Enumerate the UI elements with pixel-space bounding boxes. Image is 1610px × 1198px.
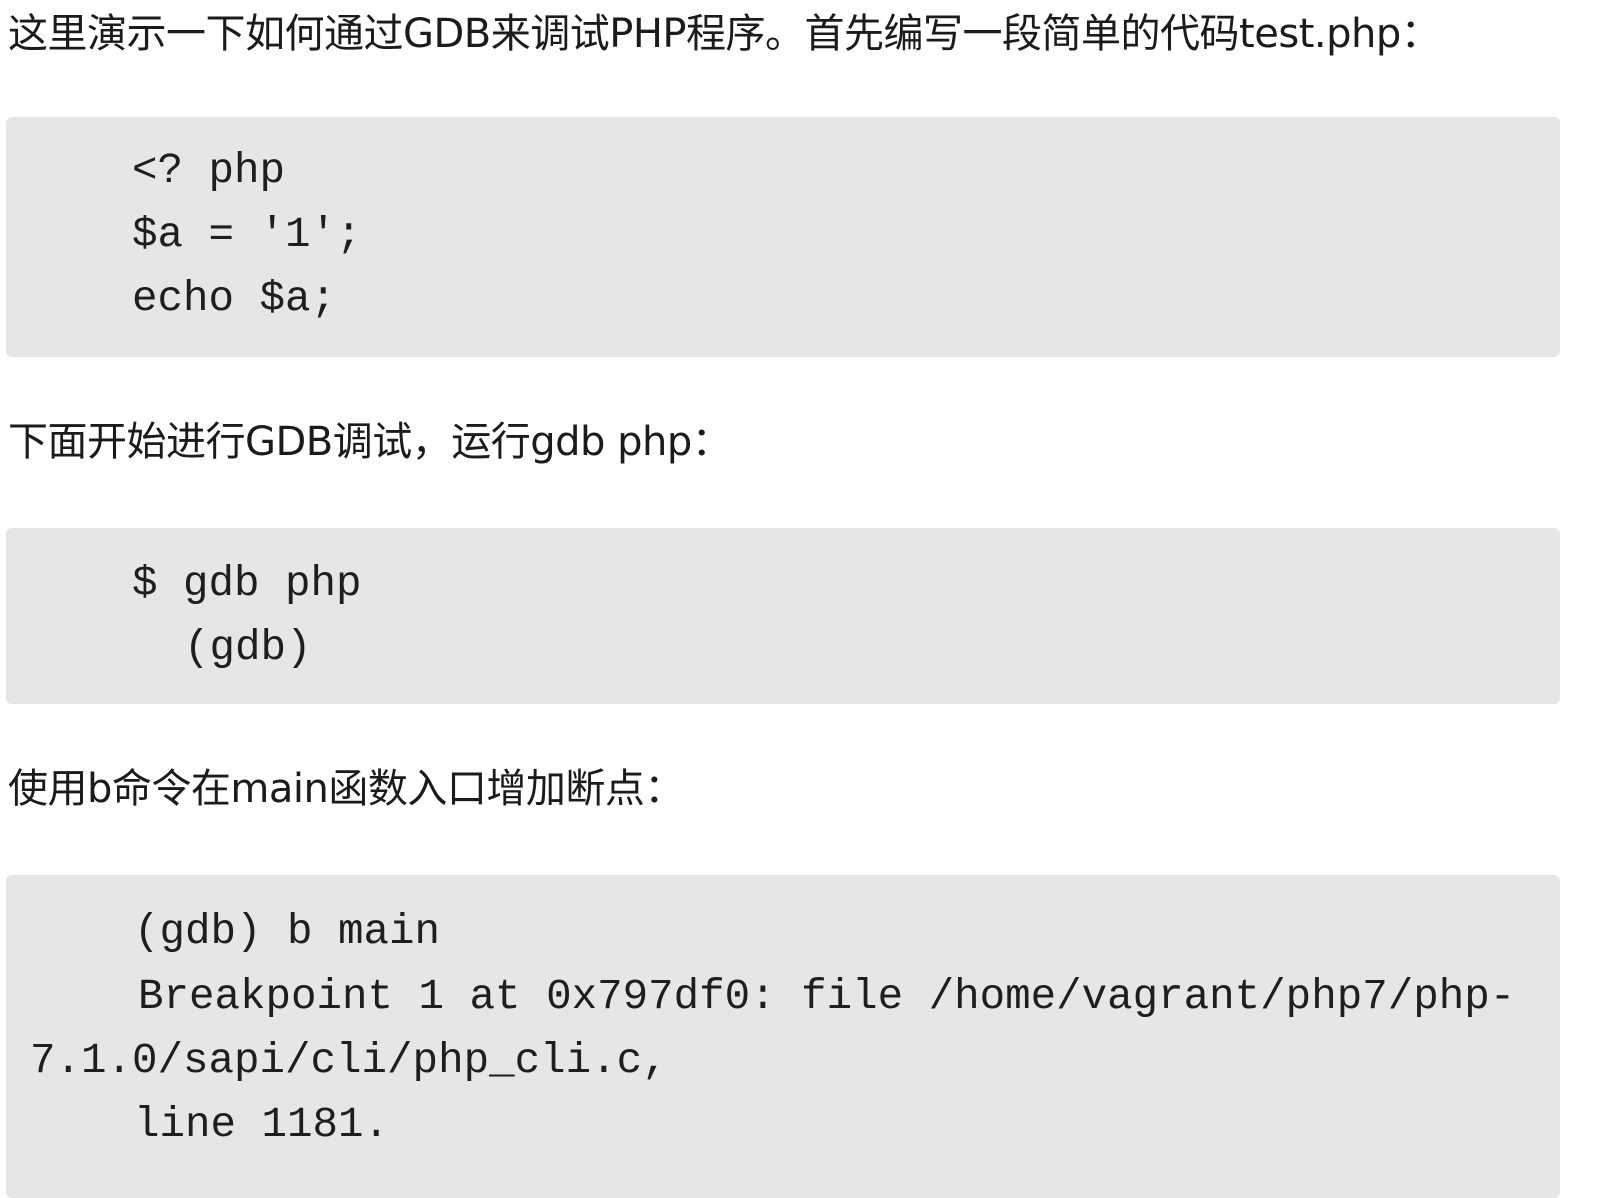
breakpoint-paragraph: 使用b命令在main函数入口增加断点： [8, 766, 684, 812]
gdb-start-code-block: $ gdb php (gdb) [6, 528, 1560, 704]
run-gdb-paragraph: 下面开始进行GDB调试，运行gdb php： [8, 419, 732, 465]
code-line: (gdb) [184, 624, 312, 672]
php-source-code-block: <? php $a = '1'; echo $a; [6, 117, 1560, 357]
article-content: 这里演示一下如何通过GDB来调试PHP程序。首先编写一段简单的代码test.ph… [0, 0, 1610, 1198]
code-line: (gdb) b main [134, 908, 441, 956]
code-line: 7.1.0/sapi/cli/php_cli.c, [30, 1037, 668, 1085]
code-line: Breakpoint 1 at 0x797df0: file /home/vag… [138, 973, 1516, 1021]
code-line: echo $a; [132, 275, 337, 323]
code-line: $a = '1'; [132, 211, 362, 259]
code-line: <? php [132, 147, 286, 195]
gdb-breakpoint-code-block: (gdb) b main Breakpoint 1 at 0x797df0: f… [6, 875, 1560, 1198]
intro-paragraph: 这里演示一下如何通过GDB来调试PHP程序。首先编写一段简单的代码test.ph… [8, 11, 1441, 57]
code-line: $ gdb php [132, 560, 362, 608]
code-line: line 1181. [134, 1101, 390, 1149]
